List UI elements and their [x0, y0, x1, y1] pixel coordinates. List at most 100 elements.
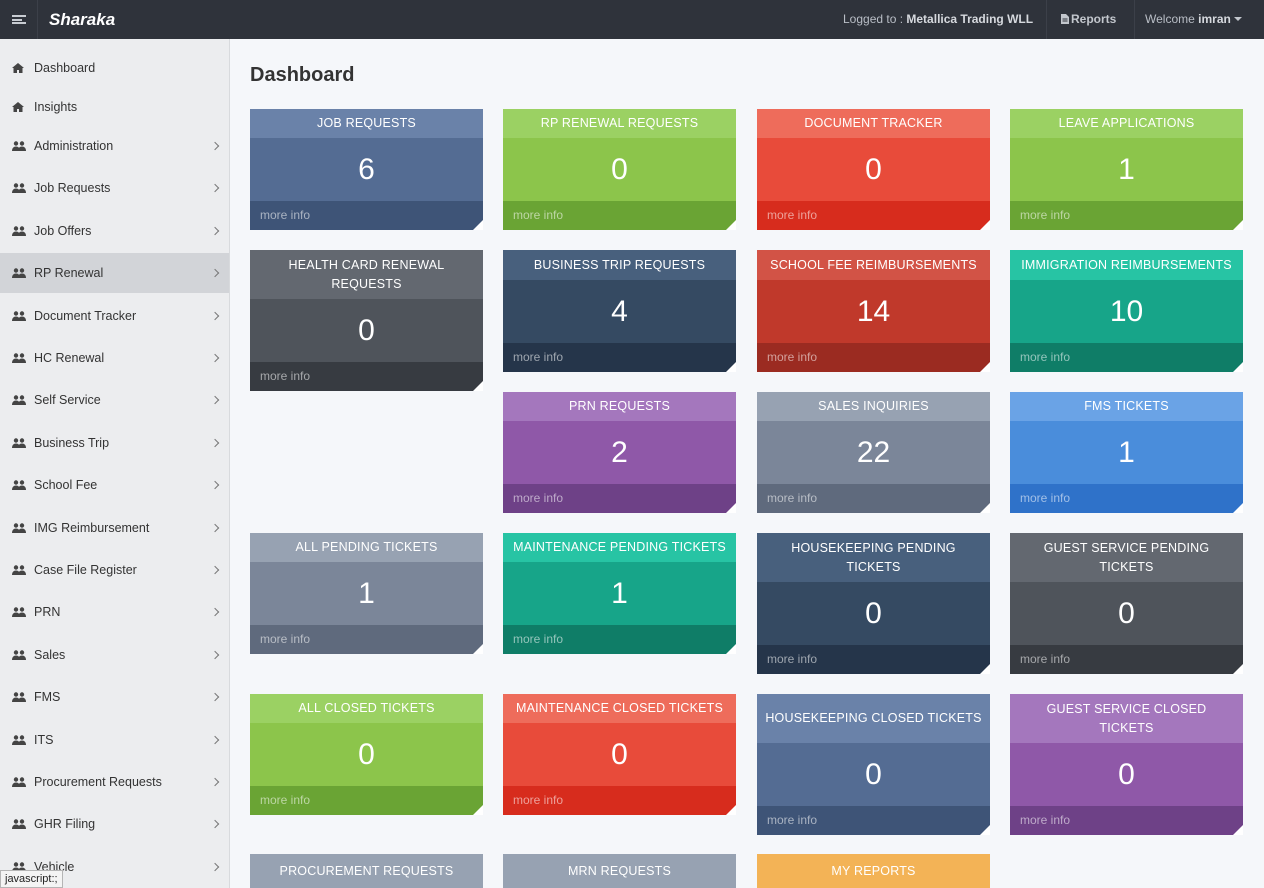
more-info-label: more info	[767, 813, 818, 827]
document-icon	[1061, 14, 1069, 24]
more-info-link[interactable]: more info	[1010, 201, 1243, 230]
more-info-label: more info	[513, 632, 564, 646]
more-info-link[interactable]: more info	[250, 625, 483, 654]
dashboard-tile[interactable]: HOUSEKEEPING PENDING TICKETS 0 more info	[757, 533, 990, 674]
more-info-link[interactable]: more info	[757, 645, 990, 674]
sidebar-item-label: Dashboard	[34, 61, 96, 75]
sidebar-item-label: Document Tracker	[34, 309, 137, 323]
sidebar-item[interactable]: Insights	[0, 87, 229, 127]
dashboard-tile[interactable]: JOB REQUESTS 6 more info	[250, 109, 483, 230]
dashboard-tile[interactable]: RP RENEWAL REQUESTS 0 more info	[503, 109, 736, 230]
dashboard-tile[interactable]: IMMIGRATION REIMBURSEMENTS 10 more info	[1010, 250, 1243, 372]
dashboard-tile[interactable]: MY REPORTS	[757, 854, 990, 888]
sidebar-item-label: Self Service	[34, 393, 101, 407]
more-info-label: more info	[767, 491, 818, 505]
more-info-link[interactable]: more info	[757, 201, 990, 230]
corner-fold-icon	[726, 220, 736, 230]
sidebar-item[interactable]: Case File Register	[0, 550, 229, 590]
sidebar-item-label: School Fee	[34, 478, 98, 492]
corner-fold-icon	[1233, 362, 1243, 372]
more-info-link[interactable]: more info	[1010, 343, 1243, 372]
dashboard-tile[interactable]: PROCUREMENT REQUESTS	[250, 854, 483, 888]
dashboard-tile[interactable]: GUEST SERVICE CLOSED TICKETS 0 more info	[1010, 694, 1243, 835]
sidebar-item-label: Insights	[34, 100, 78, 114]
corner-fold-icon	[980, 220, 990, 230]
sidebar-item-label: Business Trip	[34, 436, 110, 450]
dashboard-tile[interactable]: MAINTENANCE PENDING TICKETS 1 more info	[503, 533, 736, 654]
sidebar-item[interactable]: IMG Reimbursement	[0, 508, 229, 548]
tile-count: 1	[1010, 138, 1243, 201]
tile-title: RP RENEWAL REQUESTS	[503, 109, 736, 138]
sidebar-item[interactable]: Document Tracker	[0, 296, 229, 336]
dashboard-tile[interactable]: BUSINESS TRIP REQUESTS 4 more info	[503, 250, 736, 372]
users-icon	[12, 649, 26, 660]
welcome-prefix: Welcome	[1145, 12, 1199, 26]
users-icon	[12, 564, 26, 575]
dashboard-tile[interactable]: GUEST SERVICE PENDING TICKETS 0 more info	[1010, 533, 1243, 674]
more-info-link[interactable]: more info	[503, 343, 736, 372]
dashboard-tile[interactable]: HEALTH CARD RENEWAL REQUESTS 0 more info	[250, 250, 483, 391]
users-icon	[12, 352, 26, 363]
more-info-link[interactable]: more info	[503, 625, 736, 654]
user-menu[interactable]: Welcome imran	[1145, 12, 1242, 26]
more-info-link[interactable]: more info	[503, 786, 736, 815]
sidebar-item[interactable]: School Fee	[0, 465, 229, 505]
sidebar-item[interactable]: PRN	[0, 592, 229, 632]
more-info-link[interactable]: more info	[1010, 484, 1243, 513]
dashboard-tile[interactable]: LEAVE APPLICATIONS 1 more info	[1010, 109, 1243, 230]
sidebar-item[interactable]: Job Requests	[0, 168, 229, 208]
chevron-right-icon	[210, 311, 220, 321]
corner-fold-icon	[980, 664, 990, 674]
dashboard-tile[interactable]: HOUSEKEEPING CLOSED TICKETS 0 more info	[757, 694, 990, 835]
corner-fold-icon	[1233, 825, 1243, 835]
sidebar-item[interactable]: GHR Filing	[0, 804, 229, 844]
dashboard-tile[interactable]: MAINTENANCE CLOSED TICKETS 0 more info	[503, 694, 736, 815]
sidebar-item[interactable]: ITS	[0, 720, 229, 760]
more-info-link[interactable]: more info	[1010, 645, 1243, 674]
sidebar-item-label: Job Requests	[34, 181, 111, 195]
sidebar-item[interactable]: Administration	[0, 126, 229, 166]
sidebar-item[interactable]: FMS	[0, 677, 229, 717]
more-info-link[interactable]: more info	[1010, 806, 1243, 835]
more-info-link[interactable]: more info	[250, 362, 483, 391]
users-icon	[12, 267, 26, 278]
dashboard-tile[interactable]: MRN REQUESTS	[503, 854, 736, 888]
more-info-label: more info	[513, 208, 564, 222]
corner-fold-icon	[1233, 220, 1243, 230]
chevron-right-icon	[210, 523, 220, 533]
sidebar-item[interactable]: Dashboard	[0, 48, 229, 88]
dashboard-tile[interactable]: ALL CLOSED TICKETS 0 more info	[250, 694, 483, 815]
dashboard-tile[interactable]: PRN REQUESTS 2 more info	[503, 392, 736, 513]
sidebar-item[interactable]: HC Renewal	[0, 338, 229, 378]
dashboard-tile[interactable]: SCHOOL FEE REIMBURSEMENTS 14 more info	[757, 250, 990, 372]
more-info-link[interactable]: more info	[250, 201, 483, 230]
sidebar-item[interactable]: Job Offers	[0, 211, 229, 251]
more-info-link[interactable]: more info	[757, 806, 990, 835]
dashboard-tile[interactable]: DOCUMENT TRACKER 0 more info	[757, 109, 990, 230]
dashboard-tile[interactable]: SALES INQUIRIES 22 more info	[757, 392, 990, 513]
chevron-right-icon	[210, 777, 220, 787]
corner-fold-icon	[980, 362, 990, 372]
chevron-right-icon	[210, 353, 220, 363]
tile-title: GUEST SERVICE PENDING TICKETS	[1010, 533, 1243, 582]
brand-logo[interactable]: Sharaka	[49, 10, 115, 30]
more-info-link[interactable]: more info	[757, 343, 990, 372]
tile-title: PRN REQUESTS	[503, 392, 736, 421]
dashboard-tile[interactable]: ALL PENDING TICKETS 1 more info	[250, 533, 483, 654]
sidebar-item[interactable]: Procurement Requests	[0, 762, 229, 802]
more-info-link[interactable]: more info	[250, 786, 483, 815]
reports-link[interactable]: Reports	[1061, 12, 1116, 26]
tile-title: LEAVE APPLICATIONS	[1010, 109, 1243, 138]
sidebar-item[interactable]: Sales	[0, 635, 229, 675]
sidebar-item[interactable]: Self Service	[0, 380, 229, 420]
dashboard-tile[interactable]: FMS TICKETS 1 more info	[1010, 392, 1243, 513]
more-info-link[interactable]: more info	[757, 484, 990, 513]
sidebar-item-label: Sales	[34, 648, 66, 662]
sidebar-item-label: Administration	[34, 139, 114, 153]
more-info-link[interactable]: more info	[503, 201, 736, 230]
sidebar-item[interactable]: Business Trip	[0, 423, 229, 463]
chevron-right-icon	[210, 650, 220, 660]
more-info-link[interactable]: more info	[503, 484, 736, 513]
menu-toggle-button[interactable]	[0, 0, 38, 39]
sidebar-item[interactable]: RP Renewal	[0, 253, 229, 293]
